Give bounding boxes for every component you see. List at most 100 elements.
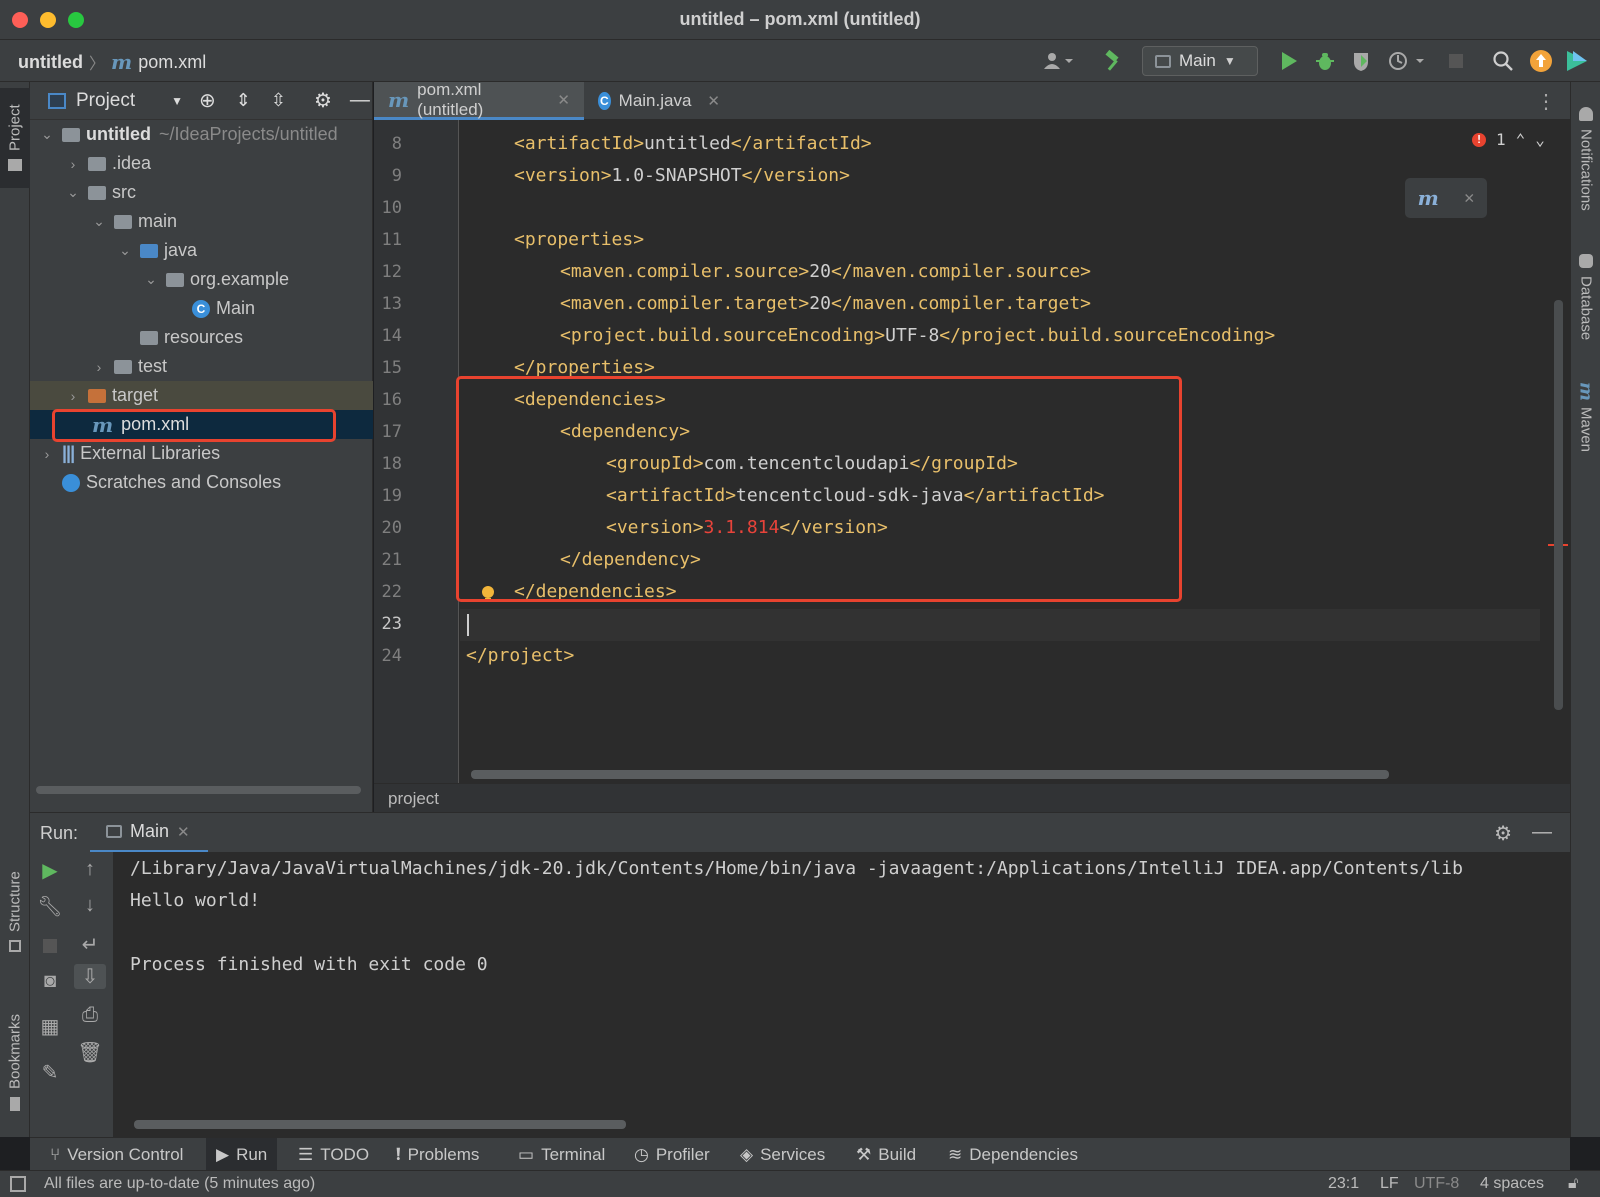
expand-all-icon[interactable]: ⇕ (236, 90, 251, 111)
build-hammer-icon[interactable] (1100, 48, 1128, 74)
chevron-right-icon[interactable]: › (92, 359, 106, 375)
tree-item-resources[interactable]: resources (30, 323, 373, 352)
project-tool-tab[interactable]: Project (0, 88, 30, 188)
notifications-tool-tab[interactable]: Notifications (1571, 94, 1600, 224)
close-icon[interactable]: ✕ (1464, 188, 1474, 208)
code-editor[interactable]: 8 9 10 11 12 13 14 15 16 17 18 19 20 21 22 23 24 <artifa… (374, 120, 1570, 783)
tree-item-test[interactable]: › test (30, 352, 373, 381)
breadcrumb-project[interactable]: untitled (18, 52, 83, 73)
chevron-down-icon[interactable]: ⌄ (66, 184, 80, 201)
chevron-down-icon[interactable]: ▼ (171, 94, 183, 108)
close-icon[interactable]: ✕ (177, 823, 190, 841)
tab-pom-xml[interactable]: m pom.xml (untitled) ✕ (374, 80, 584, 120)
print-icon[interactable]: ⎙ (70, 1004, 110, 1027)
chevron-down-icon[interactable]: ⌄ (92, 213, 106, 230)
tree-item-untitled[interactable]: ⌄ untitled ~/IdeaProjects/untitled (30, 120, 373, 149)
trash-icon[interactable]: 🗑︎ (70, 1040, 110, 1065)
editor-horizontal-scrollbar[interactable] (471, 770, 1389, 779)
layout-icon[interactable]: ▦ (30, 1014, 70, 1039)
tab-main-java[interactable]: C Main.java ✕ (584, 82, 734, 120)
chevron-down-icon[interactable]: ⌄ (40, 126, 54, 143)
hide-icon[interactable]: — (350, 89, 370, 112)
camera-icon[interactable]: ◙ (30, 970, 70, 993)
run-tab-main[interactable]: Main ✕ (90, 813, 208, 853)
maven-tool-tab[interactable]: m Maven (1571, 372, 1600, 462)
run-configuration-select[interactable]: Main ▼ (1142, 46, 1258, 76)
previous-error-icon[interactable]: ⌃ (1516, 130, 1526, 149)
tree-item-label: test (138, 356, 168, 376)
search-icon[interactable] (1490, 48, 1516, 74)
tab-version-control[interactable]: ⑂ Version Control (40, 1138, 193, 1171)
lock-icon[interactable]: 🔓︎ (1568, 1175, 1578, 1193)
project-horizontal-scrollbar[interactable] (36, 786, 361, 794)
console-horizontal-scrollbar[interactable] (134, 1120, 626, 1129)
tree-item-main[interactable]: ⌄ main (30, 207, 373, 236)
tab-services[interactable]: ◈ Services (730, 1138, 835, 1171)
gear-icon[interactable]: ⚙ (314, 88, 332, 113)
bookmarks-tool-tab[interactable]: Bookmarks (0, 1002, 30, 1122)
stop-icon[interactable] (1446, 48, 1466, 74)
tree-item-target[interactable]: › target (30, 381, 373, 410)
pin-icon[interactable]: ✎ (30, 1060, 70, 1085)
tree-item-scratches[interactable]: Scratches and Consoles (30, 468, 373, 497)
caret-position[interactable]: 23:1 (1328, 1175, 1359, 1193)
chevron-right-icon[interactable]: › (66, 388, 80, 404)
tab-terminal[interactable]: ▭ Terminal (508, 1138, 615, 1171)
profile-icon[interactable] (1386, 48, 1430, 74)
tree-item-idea[interactable]: › .idea (30, 149, 373, 178)
gear-icon[interactable]: ⚙ (1494, 821, 1512, 846)
excluded-folder-icon (88, 388, 106, 403)
next-error-icon[interactable]: ⌄ (1535, 130, 1545, 149)
tree-item-org-example[interactable]: ⌄ org.example (30, 265, 373, 294)
tab-problems[interactable]: ❗︎ Problems (386, 1138, 489, 1171)
tab-run[interactable]: ▶ Run (206, 1138, 278, 1171)
code-line-14: <project.build.sourceEncoding>UTF-8</pro… (560, 325, 1276, 346)
jetbrains-logo-icon[interactable] (1564, 48, 1590, 74)
maven-reload-icon[interactable]: m (1418, 186, 1439, 210)
chevron-right-icon[interactable]: › (66, 156, 80, 172)
locate-icon[interactable]: ⊕ (199, 88, 216, 113)
structure-tool-tab[interactable]: Structure (0, 857, 30, 967)
update-icon[interactable] (1528, 48, 1554, 74)
vcs-user-icon[interactable] (1040, 48, 1080, 74)
rerun-icon[interactable]: ▶ (30, 858, 70, 883)
tree-item-external-libraries[interactable]: › ||| External Libraries (30, 439, 373, 468)
tab-build[interactable]: ⚒ Build (846, 1138, 926, 1171)
hide-icon[interactable]: — (1532, 821, 1552, 844)
error-indicator[interactable]: ! 1 ⌃ ⌄ (1472, 130, 1545, 149)
breadcrumb-file[interactable]: pom.xml (138, 52, 206, 73)
database-tool-tab[interactable]: Database (1571, 242, 1600, 352)
tree-item-src[interactable]: ⌄ src (30, 178, 373, 207)
indent-setting[interactable]: 4 spaces (1480, 1175, 1544, 1193)
collapse-all-icon[interactable]: ⇳ (271, 90, 286, 111)
run-icon[interactable] (1276, 48, 1302, 74)
editor-vertical-scrollbar[interactable] (1554, 300, 1563, 710)
tab-profiler[interactable]: ◷ Profiler (624, 1138, 720, 1171)
close-icon[interactable]: ✕ (557, 91, 570, 109)
up-arrow-icon[interactable]: ↑ (70, 858, 110, 881)
tab-todo[interactable]: ☰ TODO (288, 1138, 379, 1171)
project-view-select[interactable]: Project (76, 90, 135, 112)
project-tool-label: Project (6, 104, 24, 152)
scroll-to-end-icon[interactable]: ⇩ (74, 964, 106, 989)
chevron-down-icon[interactable]: ⌄ (118, 242, 132, 259)
more-tabs-icon[interactable]: ⋮ (1536, 89, 1556, 114)
down-arrow-icon[interactable]: ↓ (70, 894, 110, 917)
panel-toggle-icon[interactable] (10, 1176, 26, 1192)
tree-item-main-class[interactable]: C Main (30, 294, 373, 323)
line-number: 10 (381, 198, 402, 218)
chevron-right-icon[interactable]: › (40, 446, 54, 462)
editor-breadcrumb[interactable]: project (374, 783, 1570, 812)
close-icon[interactable]: ✕ (707, 92, 720, 110)
tab-dependencies[interactable]: ≋ Dependencies (938, 1138, 1088, 1171)
debug-icon[interactable] (1312, 48, 1338, 74)
line-separator[interactable]: LF (1380, 1175, 1399, 1193)
coverage-icon[interactable] (1348, 48, 1374, 74)
file-encoding[interactable]: UTF-8 (1414, 1175, 1459, 1193)
chevron-down-icon[interactable]: ⌄ (144, 271, 158, 288)
soft-wrap-icon[interactable]: ↵ (70, 932, 110, 957)
wrench-icon[interactable]: 🔧︎ (30, 894, 70, 919)
console-output[interactable]: /Library/Java/JavaVirtualMachines/jdk-20… (114, 852, 1570, 1137)
tree-item-java[interactable]: ⌄ java (30, 236, 373, 265)
stop-icon[interactable] (30, 936, 70, 959)
